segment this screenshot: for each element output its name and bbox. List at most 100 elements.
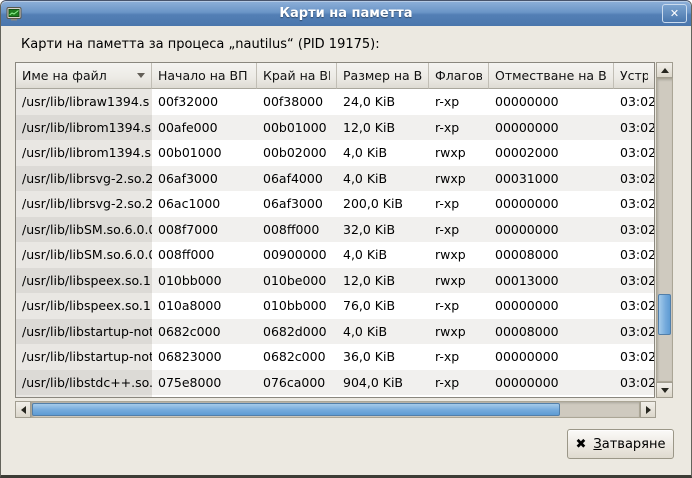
cell-vm-end: 010be000 — [257, 268, 337, 294]
column-header-vm-start[interactable]: Начало на ВП — [152, 63, 257, 89]
cell-vm-start: 06ac1000 — [152, 191, 257, 217]
system-monitor-icon[interactable] — [6, 6, 22, 22]
cell-filename: /usr/lib/librsvg-2.so.2 — [16, 166, 152, 192]
cell-vm-size: 36,0 KiB — [337, 344, 429, 370]
cell-device: 03:02 — [614, 242, 654, 268]
cell-vm-end: 0682d000 — [257, 319, 337, 345]
cell-device: 03:02 — [614, 166, 654, 192]
cell-filename: /usr/lib/librom1394.s — [16, 115, 152, 141]
cell-vm-end: 010bb000 — [257, 293, 337, 319]
cell-flags: r-xp — [429, 293, 489, 319]
cell-vm-start: 010bb000 — [152, 268, 257, 294]
cell-vm-size: 4,0 KiB — [337, 166, 429, 192]
cell-flags: rwxp — [429, 140, 489, 166]
window-title: Карти на паметта — [1, 6, 691, 21]
vertical-scrollbar — [656, 62, 673, 398]
memory-maps-table: Име на файлНачало на ВПКрай на ВПРазмер … — [15, 62, 655, 398]
horizontal-scrollbar-thumb[interactable] — [32, 403, 560, 416]
cell-flags: r-xp — [429, 191, 489, 217]
column-header-vm-end[interactable]: Край на ВП — [257, 63, 337, 89]
close-dialog-label: Затваряне — [593, 437, 665, 452]
table-row[interactable]: /usr/lib/libSM.so.6.0.0008f7000008ff0003… — [16, 217, 654, 243]
column-header-vm-offset[interactable]: Отместване на ВП — [489, 63, 614, 89]
column-header-vm-size[interactable]: Размер на ВП — [337, 63, 429, 89]
table-row[interactable]: /usr/lib/librom1394.s00afe00000b0100012,… — [16, 115, 654, 141]
cell-device: 03:02 — [614, 217, 654, 243]
cell-vm-end: 076ca000 — [257, 370, 337, 396]
process-info-label: Карти на паметта за процеса „nautilus“ (… — [21, 37, 380, 52]
cell-vm-end: 00f38000 — [257, 89, 337, 115]
table-row[interactable]: /usr/lib/libspeex.so.1010bb000010be00012… — [16, 268, 654, 294]
cell-vm-size: 4,0 KiB — [337, 140, 429, 166]
cell-vm-end: 06af3000 — [257, 191, 337, 217]
cell-flags: rwxp — [429, 242, 489, 268]
sort-descending-icon — [137, 73, 145, 78]
cell-vm-offset: 00000000 — [489, 370, 614, 396]
cell-vm-offset: 00000000 — [489, 191, 614, 217]
scroll-up-button[interactable] — [656, 62, 673, 78]
cell-vm-start: 075e8000 — [152, 370, 257, 396]
cell-vm-size: 12,0 KiB — [337, 268, 429, 294]
cell-vm-start: 06af3000 — [152, 166, 257, 192]
column-header-label: Флагове — [435, 68, 482, 83]
column-header-label: Устро — [620, 68, 648, 83]
table-row[interactable]: /usr/lib/libspeex.so.1010a8000010bb00076… — [16, 293, 654, 319]
cell-vm-offset: 00000000 — [489, 115, 614, 141]
close-x-icon: ✖ — [576, 437, 587, 452]
cell-vm-start: 00f32000 — [152, 89, 257, 115]
cell-filename — [16, 395, 152, 397]
table-row[interactable]: /usr/lib/libSM.so.6.0.0008ff000009000004… — [16, 242, 654, 268]
cell-vm-end: 06af4000 — [257, 166, 337, 192]
cell-device: 03:02 — [614, 344, 654, 370]
window-close-button[interactable]: ✕ — [662, 4, 687, 23]
table-row[interactable]: /usr/lib/librsvg-2.so.206af300006af40004… — [16, 166, 654, 192]
column-header-label: Отместване на ВП — [495, 68, 607, 83]
cell-filename: /usr/lib/librsvg-2.so.2 — [16, 191, 152, 217]
cell-device: 03:02 — [614, 140, 654, 166]
cell-filename: /usr/lib/libSM.so.6.0.0 — [16, 217, 152, 243]
table-header-row: Име на файлНачало на ВПКрай на ВПРазмер … — [16, 63, 654, 89]
table-row[interactable]: /usr/lib/libstartup-not0682c0000682d0004… — [16, 319, 654, 345]
cell-vm-size: 12,0 KiB — [337, 115, 429, 141]
cell-filename: /usr/lib/libstdc++.so. — [16, 370, 152, 396]
scroll-right-button[interactable] — [640, 401, 656, 418]
column-header-flags[interactable]: Флагове — [429, 63, 489, 89]
titlebar[interactable]: Карти на паметта ✕ — [1, 1, 691, 26]
table-row[interactable]: /usr/lib/libstdc++.so.075e8000076ca00090… — [16, 370, 654, 396]
cell-filename: /usr/lib/libSM.so.6.0.0 — [16, 242, 152, 268]
cell-vm-offset: 00013000 — [489, 268, 614, 294]
cell-filename: /usr/lib/libraw1394.s — [16, 89, 152, 115]
column-header-device[interactable]: Устро — [614, 63, 654, 89]
vertical-scrollbar-track[interactable] — [656, 78, 673, 382]
close-icon: ✕ — [670, 7, 679, 20]
horizontal-scrollbar — [15, 401, 656, 418]
cell-device: 03:02 — [614, 319, 654, 345]
cell-vm-offset: 00031000 — [489, 166, 614, 192]
cell-flags: rwxp — [429, 166, 489, 192]
table-row[interactable]: /usr/lib/librsvg-2.so.206ac100006af30002… — [16, 191, 654, 217]
cell-vm-end: 00900000 — [257, 242, 337, 268]
cell-vm-end: 00b01000 — [257, 115, 337, 141]
up-arrow-icon — [661, 68, 669, 73]
vertical-scrollbar-thumb[interactable] — [658, 294, 671, 335]
cell-vm-size: 76,0 KiB — [337, 293, 429, 319]
cell-vm-offset: 00008000 — [489, 242, 614, 268]
cell-vm-start: 008ff000 — [152, 242, 257, 268]
horizontal-scrollbar-track[interactable] — [31, 401, 640, 418]
cell-device: 03:02 — [614, 293, 654, 319]
cell-device: 03:02 — [614, 89, 654, 115]
cell-vm-offset: 00000000 — [489, 217, 614, 243]
table-row[interactable]: /usr/lib/libstartup-not068230000682c0003… — [16, 344, 654, 370]
close-dialog-button[interactable]: ✖ Затваряне — [567, 429, 674, 459]
table-row[interactable]: /usr/lib/libraw1394.s00f3200000f3800024,… — [16, 89, 654, 115]
scroll-down-button[interactable] — [656, 382, 673, 398]
cell-flags: rwxp — [429, 319, 489, 345]
cell-flags: r-xp — [429, 217, 489, 243]
table-row[interactable]: /usr/lib/librom1394.s00b0100000b020004,0… — [16, 140, 654, 166]
cell-vm-start: 00afe000 — [152, 115, 257, 141]
close-label-mnemonic: З — [593, 437, 601, 452]
cell-device: 03:02 — [614, 115, 654, 141]
column-header-filename[interactable]: Име на файл — [16, 63, 152, 89]
cell-flags: r-xp — [429, 370, 489, 396]
scroll-left-button[interactable] — [15, 401, 31, 418]
